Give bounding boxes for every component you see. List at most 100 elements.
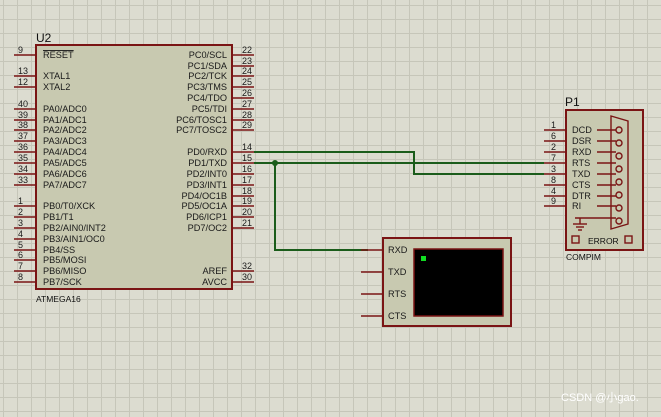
p1-pin-number: 4 (551, 186, 556, 196)
virtual-terminal[interactable]: RXD TXD RTS CTS (361, 237, 512, 327)
u2-pin-number: 40 (18, 99, 28, 109)
u2-pin-number: 2 (18, 207, 23, 217)
u2-pin-name: PA3/ADC3 (43, 136, 87, 146)
p1-part-name: COMPIM (566, 252, 601, 262)
p1-pin-number: 6 (551, 131, 556, 141)
u2-pin-name: PB6/MISO (43, 266, 86, 276)
u2-pin-name: PA7/ADC7 (43, 180, 87, 190)
u2-pin-name: PB3/AIN1/OC0 (43, 234, 105, 244)
u2-pin-number: 29 (242, 120, 252, 130)
u2-pin-number: 17 (242, 175, 252, 185)
u2-pin-name: PA6/ADC6 (43, 169, 87, 179)
u2-pin-name: PA4/ADC4 (43, 147, 87, 157)
u2-pin-name: PB7/SCK (43, 277, 83, 287)
p1-pin-number: 3 (551, 164, 556, 174)
u2-pin-number: 23 (242, 56, 252, 66)
u2-pin-number: 6 (18, 250, 23, 260)
terminal-pin-name: RXD (388, 245, 408, 255)
u2-pin-name: PB4/SS (43, 245, 75, 255)
u2-pin-number: 33 (18, 175, 28, 185)
terminal-pin-name: TXD (388, 267, 407, 277)
p1-pin-number: 9 (551, 196, 556, 206)
u2-pin-number: 16 (242, 164, 252, 174)
u2-pin-number: 37 (18, 131, 28, 141)
u2-pin-number: 28 (242, 110, 252, 120)
u2-pin-number: 9 (18, 45, 23, 55)
u2-pin-number: 5 (18, 240, 23, 250)
u2-pin-name: PC7/TOSC2 (176, 125, 227, 135)
u2-pin-name: PD0/RXD (187, 147, 227, 157)
u2-pin-number: 34 (18, 164, 28, 174)
p1-pin-name: RXD (572, 147, 592, 157)
u2-pin-name: PA0/ADC0 (43, 104, 87, 114)
terminal-pin-name: RTS (388, 289, 406, 299)
u2-pin-name: PB1/T1 (43, 212, 74, 222)
u2-part-name: ATMEGA16 (36, 294, 81, 304)
u2-pin-name: AVCC (202, 277, 227, 287)
u2-pin-name: PB2/AIN0/INT2 (43, 223, 106, 233)
terminal-cursor (421, 256, 426, 261)
u2-pin-name: PD2/INT0 (187, 169, 227, 179)
u2-pin-name: PC0/SCL (189, 50, 227, 60)
p1-pin-name: DSR (572, 136, 592, 146)
u2-pin-number: 15 (242, 153, 252, 163)
u2-pin-number: 8 (18, 272, 23, 282)
u2-pin-name: PC4/TDO (187, 93, 227, 103)
u2-pin-number: 24 (242, 66, 252, 76)
u2-pin-number: 12 (18, 77, 28, 87)
p1-pin-number: 7 (551, 153, 556, 163)
u2-pin-name: AREF (202, 266, 227, 276)
u2-pin-number: 39 (18, 110, 28, 120)
u2-pin-name: XTAL2 (43, 82, 70, 92)
u2-pin-number: 35 (18, 153, 28, 163)
u2-pin-name: PC1/SDA (188, 61, 228, 71)
terminal-pin-name: CTS (388, 311, 406, 321)
u2-pin-number: 20 (242, 207, 252, 217)
p1-pin-name: DTR (572, 191, 591, 201)
atmega16-component[interactable]: U2 9 RESET13 XTAL112 XTAL240 PA0/ADC039 PA1/A… (14, 31, 254, 304)
u2-pin-number: 4 (18, 229, 23, 239)
p1-pin-name: DCD (572, 125, 592, 135)
p1-pin-number: 8 (551, 175, 556, 185)
p1-pin-name: TXD (572, 169, 591, 179)
u2-pin-name: PB0/T0/XCK (43, 201, 96, 211)
u2-pin-name: PD7/OC2 (188, 223, 227, 233)
u2-pin-number: 32 (242, 261, 252, 271)
u2-pin-name: PA5/ADC5 (43, 158, 87, 168)
u2-pin-name: PD4/OC1B (182, 191, 227, 201)
u2-pin-name: PA1/ADC1 (43, 115, 87, 125)
u2-pin-name: PA2/ADC2 (43, 125, 87, 135)
u2-reference: U2 (36, 31, 52, 45)
u2-pin-name: PC3/TMS (187, 82, 227, 92)
u2-pin-name: PC5/TDI (192, 104, 227, 114)
u2-pin-number: 27 (242, 99, 252, 109)
watermark: CSDN @小gao. (561, 391, 639, 404)
u2-pin-name: PD3/INT1 (187, 180, 227, 190)
u2-pin-number: 38 (18, 120, 28, 130)
u2-pin-name: PB5/MOSI (43, 255, 86, 265)
u2-pin-number: 1 (18, 196, 23, 206)
u2-pin-name: PD5/OC1A (182, 201, 228, 211)
u2-pin-number: 21 (242, 218, 252, 228)
u2-pin-number: 36 (18, 142, 28, 152)
compim-component[interactable]: P1 1 DCD 6 DSR 2 RXD 7 RTS 3 TXD 8 CTS 4 DTR 9 RI ERROR… (544, 95, 644, 262)
wires (254, 151, 544, 251)
u2-pin-number: 19 (242, 196, 252, 206)
wire-pd1-to-terminal-rxd (274, 163, 368, 251)
u2-pin-name: PD1/TXD (188, 158, 227, 168)
u2-pin-name: XTAL1 (43, 71, 70, 81)
u2-pin-number: 7 (18, 261, 23, 271)
p1-pin-number: 1 (551, 120, 556, 130)
p1-pin-number: 2 (551, 142, 556, 152)
u2-pin-number: 25 (242, 77, 252, 87)
wire-junction (272, 160, 278, 166)
p1-pin-name: RI (572, 201, 581, 211)
u2-pin-name: RESET (43, 50, 74, 60)
u2-pin-number: 3 (18, 218, 23, 228)
u2-pin-number: 26 (242, 88, 252, 98)
terminal-screen (413, 248, 504, 317)
u2-pin-number: 13 (18, 66, 28, 76)
p1-pin-name: CTS (572, 180, 590, 190)
u2-pin-name: PC2/TCK (188, 71, 228, 81)
u2-pin-number: 30 (242, 272, 252, 282)
